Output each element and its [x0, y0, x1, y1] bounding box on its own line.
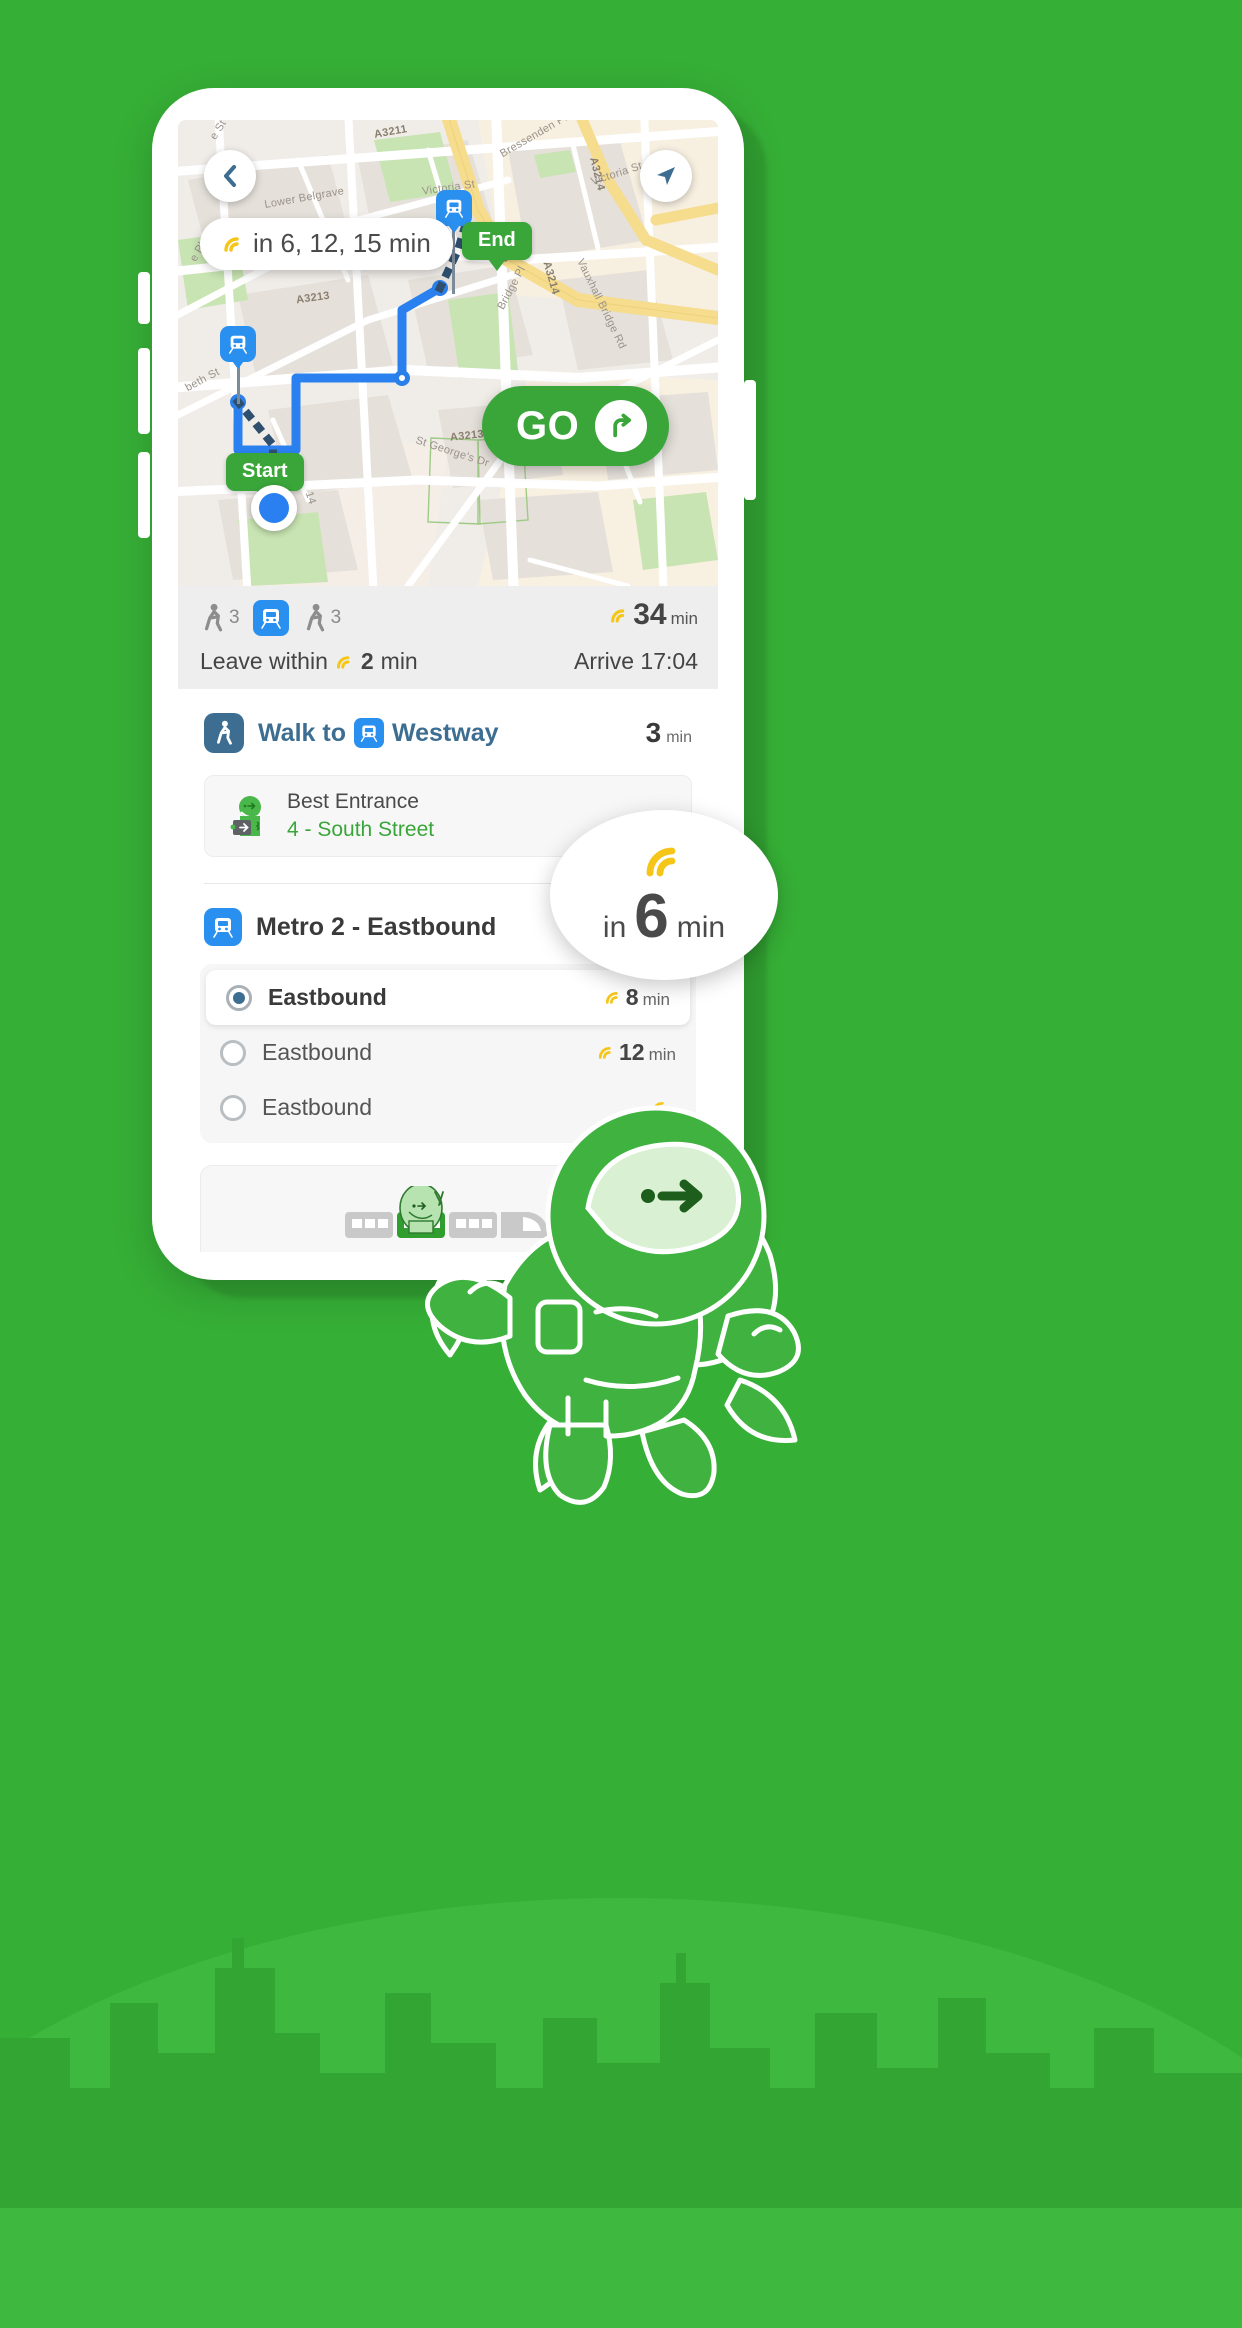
total-duration-value: 34: [633, 598, 667, 631]
map-pin-station-start[interactable]: [220, 326, 256, 369]
map-pin-station-end[interactable]: [436, 190, 472, 233]
leave-within-label: Leave within: [200, 648, 328, 674]
walk-step-icon: [204, 713, 244, 753]
walk-duration-unit: min: [666, 729, 692, 746]
departure-label: Eastbound: [268, 984, 387, 1010]
walk-step-station: Westway: [391, 718, 499, 747]
metro-icon: [213, 918, 233, 938]
departure-radio[interactable]: [220, 1094, 246, 1121]
best-entrance-subtitle: 4 - South Street: [287, 818, 435, 841]
bubble-text: in 6 min: [602, 881, 726, 951]
departure-label: Eastbound: [262, 1039, 372, 1065]
live-wave-icon: [605, 992, 618, 1004]
summary-total-duration: 34 min: [609, 598, 698, 632]
departure-label: Eastbound: [262, 1094, 372, 1120]
walk-step-title: Walk to Westway: [258, 718, 499, 748]
best-entrance-title: Best Entrance: [287, 790, 419, 813]
metro-step-title: Metro 2 - Eastbound: [256, 912, 497, 941]
go-button-label: GO: [516, 403, 580, 448]
walk-step-duration: 3 min: [646, 717, 692, 749]
walk-leg-count-1: 3: [229, 607, 240, 628]
back-button[interactable]: [204, 150, 256, 202]
best-entrance-text: Best Entrance 4 - South Street: [287, 790, 434, 842]
entrance-door-icon: [230, 796, 261, 836]
astronaut-mascot-icon: [425, 1105, 801, 1505]
departure-row[interactable]: Eastbound 12 min: [200, 1025, 696, 1080]
end-badge: End: [462, 222, 532, 271]
departure-time: 8 min: [604, 984, 670, 1011]
recenter-button[interactable]: [640, 150, 692, 202]
departure-row[interactable]: Eastbound 8 min: [206, 970, 690, 1025]
departure-value: 8: [625, 984, 639, 1010]
departure-time: 12 min: [597, 1039, 676, 1066]
walk-leg-count-2: 3: [330, 607, 342, 628]
background-hill: [0, 1898, 1242, 2328]
departure-value: 12: [619, 1039, 645, 1065]
live-wave-icon: [646, 847, 676, 876]
walk-icon: [306, 603, 324, 632]
navigation-arrow-icon: [657, 167, 675, 185]
phone-power-button: [744, 380, 756, 500]
departure-radio[interactable]: [220, 1039, 246, 1066]
walk-icon: [204, 603, 223, 632]
chevron-left-icon: [224, 165, 236, 187]
phone-side-button: [138, 272, 150, 324]
eta-chip[interactable]: in 6, 12, 15 min: [200, 218, 453, 270]
live-wave-icon: [611, 609, 625, 623]
walk-step-prefix: Walk to: [258, 718, 346, 747]
pin-stem: [452, 224, 455, 294]
user-location-dot: [251, 485, 297, 531]
departure-unit: min: [642, 990, 670, 1009]
leave-within-value: 2: [360, 648, 374, 674]
start-badge: Start: [226, 453, 304, 502]
metro-icon: [260, 609, 281, 629]
summary-legs: 3 3: [200, 600, 341, 636]
live-wave-icon: [598, 1047, 611, 1059]
route-summary-bar: 3 3 34 min Leave within 2 min Arrive 17:…: [178, 586, 718, 689]
bubble-prefix: in: [602, 910, 627, 944]
walk-icon: [217, 720, 232, 745]
leave-within: Leave within 2 min: [200, 648, 418, 675]
go-button[interactable]: GO: [482, 386, 670, 466]
walk-duration-value: 3: [645, 717, 662, 748]
live-arrival-bubble: in 6 min: [550, 810, 778, 980]
leave-within-unit: min: [380, 648, 418, 674]
metro-icon: [360, 725, 378, 742]
map-canvas[interactable]: A3211 A302 A3215 A3214 A3214 A3213 A3213…: [178, 120, 718, 586]
bubble-unit: min: [676, 910, 726, 944]
arrive-time: Arrive 17:04: [573, 648, 698, 674]
walk-step-metro-icon: [353, 718, 384, 748]
departure-unit: min: [648, 1045, 676, 1064]
total-duration-unit: min: [670, 609, 698, 628]
bubble-wave: [641, 843, 687, 884]
metro-step-icon: [204, 908, 242, 946]
phone-volume-up-button: [138, 348, 150, 434]
live-wave-icon: [224, 236, 239, 252]
bubble-value: 6: [634, 881, 669, 951]
phone-volume-down-button: [138, 452, 150, 538]
turn-right-arrow-icon: [595, 400, 648, 452]
metro-icon: [229, 335, 247, 354]
walk-step[interactable]: Walk to Westway 3 min: [178, 689, 718, 759]
summary-metro-icon: [252, 600, 289, 636]
eta-chip-text: in 6, 12, 15 min: [253, 228, 431, 258]
live-wave-icon: [336, 655, 350, 669]
departure-radio-selected[interactable]: [226, 984, 252, 1011]
metro-icon: [445, 199, 463, 218]
